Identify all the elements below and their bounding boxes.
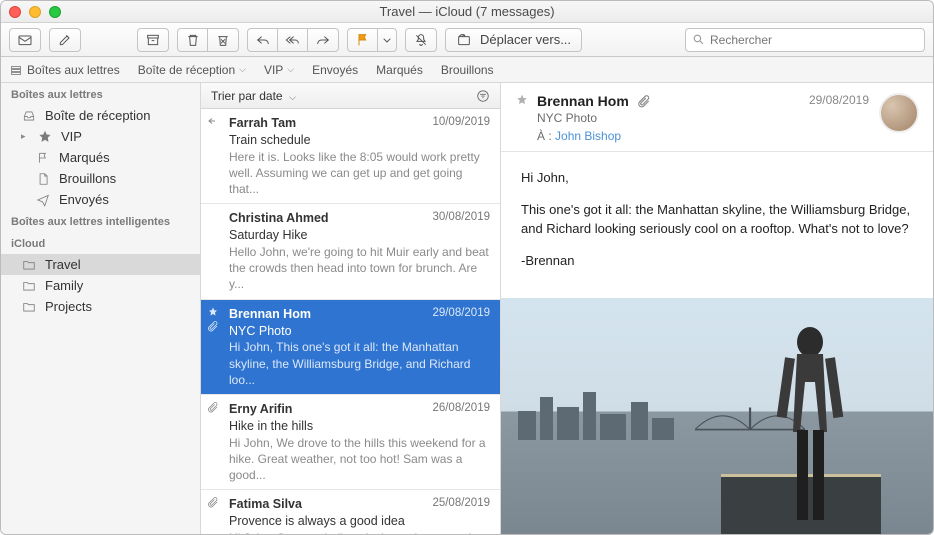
sidebar-sent[interactable]: Envoyés [1,189,200,210]
sidebar-vip[interactable]: ▸ VIP [1,126,200,147]
get-mail-button[interactable] [10,29,40,51]
preview-header: Brennan Hom NYC Photo À : John Bishop 29… [501,83,933,152]
search-icon [692,33,705,46]
message-subject: NYC Photo [229,323,490,340]
reply-button[interactable] [248,29,278,51]
search-field[interactable] [685,28,925,52]
inbox-icon [21,109,37,123]
message-preview: Hi John, This one's got it all: the Manh… [229,339,490,388]
star-icon[interactable] [515,93,529,107]
mail-window: Travel — iCloud (7 messages) [0,0,934,535]
paper-plane-icon [35,193,51,207]
attachment-icon [207,496,219,508]
junk-button[interactable] [208,29,238,51]
star-icon [37,130,53,144]
toolbar: Déplacer vers... [1,23,933,57]
message-from: Christina Ahmed [229,210,329,227]
favorites-bar: Boîtes aux lettres Boîte de réception⌵ V… [1,57,933,83]
message-item[interactable]: Christina Ahmed 30/08/2019Saturday HikeHe… [201,204,500,299]
titlebar: Travel — iCloud (7 messages) [1,1,933,23]
replied-icon [207,115,219,127]
preview-recipient[interactable]: John Bishop [555,129,621,143]
avatar [879,93,919,133]
sidebar-head-icloud: iCloud [1,232,200,254]
star-icon [207,306,219,318]
message-date: 30/08/2019 [432,210,490,227]
message-date: 25/08/2019 [432,496,490,513]
sort-header[interactable]: Trier par date ⌵ [201,83,500,109]
fav-sent[interactable]: Envoyés [312,63,358,77]
preview-attachment-image[interactable] [501,298,933,534]
message-subject: Hike in the hills [229,418,490,435]
message-preview: Here it is. Looks like the 8:05 would wo… [229,149,490,198]
person-silhouette [765,322,855,534]
sidebar: Boîtes aux lettres Boîte de réception ▸ … [1,83,201,534]
filter-icon[interactable] [476,89,490,103]
message-from: Brennan Hom [229,306,311,323]
message-from: Erny Arifin [229,401,292,418]
compose-button[interactable] [50,29,80,51]
fav-mailboxes[interactable]: Boîtes aux lettres [9,63,120,77]
message-list: Trier par date ⌵ Farrah Tam 10/09/2019Tra… [201,83,501,534]
message-subject: Saturday Hike [229,227,490,244]
preview-subject: NYC Photo [537,111,799,125]
sidebar-head-smart: Boîtes aux lettres intelligentes [1,210,200,232]
move-to-button[interactable]: Déplacer vers... [445,28,582,52]
message-date: 10/09/2019 [432,115,490,132]
attachment-icon [207,401,219,413]
message-date: 29/08/2019 [432,306,490,323]
message-subject: Train schedule [229,132,490,149]
archive-button[interactable] [138,29,168,51]
mute-button[interactable] [406,29,436,51]
fav-inbox[interactable]: Boîte de réception⌵ [138,63,246,77]
document-icon [35,172,51,186]
fav-flagged[interactable]: Marqués [376,63,423,77]
message-preview: Hello John, we're going to hit Muir earl… [229,244,490,293]
move-to-label: Déplacer vers... [480,32,571,47]
message-item[interactable]: Brennan Hom 29/08/2019NYC PhotoHi John, T… [201,300,500,395]
message-item[interactable]: Erny Arifin 26/08/2019Hike in the hillsHi… [201,395,500,490]
message-preview: Hi John, We drove to the hills this week… [229,435,490,484]
preview-pane: Brennan Hom NYC Photo À : John Bishop 29… [501,83,933,534]
sidebar-head-mailboxes: Boîtes aux lettres [1,83,200,105]
reply-all-button[interactable] [278,29,308,51]
search-input[interactable] [710,33,918,47]
flag-button[interactable] [348,29,378,51]
message-subject: Provence is always a good idea [229,513,490,530]
flag-menu-button[interactable] [378,29,396,51]
sidebar-folder-travel[interactable]: Travel [1,254,200,275]
folder-icon [21,258,37,272]
window-title: Travel — iCloud (7 messages) [1,4,933,19]
fav-drafts[interactable]: Brouillons [441,63,494,77]
attachment-icon [637,94,651,108]
attachment-icon [207,320,219,332]
forward-button[interactable] [308,29,338,51]
message-date: 26/08/2019 [432,401,490,418]
message-from: Fatima Silva [229,496,302,513]
preview-body: Hi John, This one's got it all: the Manh… [501,152,933,298]
flag-icon [35,151,51,165]
sidebar-drafts[interactable]: Brouillons [1,168,200,189]
sidebar-flagged[interactable]: Marqués [1,147,200,168]
preview-date: 29/08/2019 [809,93,869,107]
message-from: Farrah Tam [229,115,296,132]
message-item[interactable]: Farrah Tam 10/09/2019Train scheduleHere i… [201,109,500,204]
folder-icon [21,279,37,293]
preview-to-line: À : John Bishop [537,129,799,143]
fav-vip[interactable]: VIP⌵ [264,63,294,77]
sidebar-inbox[interactable]: Boîte de réception [1,105,200,126]
message-item[interactable]: Fatima Silva 25/08/2019Provence is always… [201,490,500,534]
sidebar-folder-family[interactable]: Family [1,275,200,296]
message-preview: Hi John, Can you believe its been three … [229,530,490,534]
folder-icon [21,300,37,314]
delete-button[interactable] [178,29,208,51]
disclosure-triangle-icon[interactable]: ▸ [21,131,29,142]
sidebar-folder-projects[interactable]: Projects [1,296,200,317]
preview-sender: Brennan Hom [537,93,629,109]
